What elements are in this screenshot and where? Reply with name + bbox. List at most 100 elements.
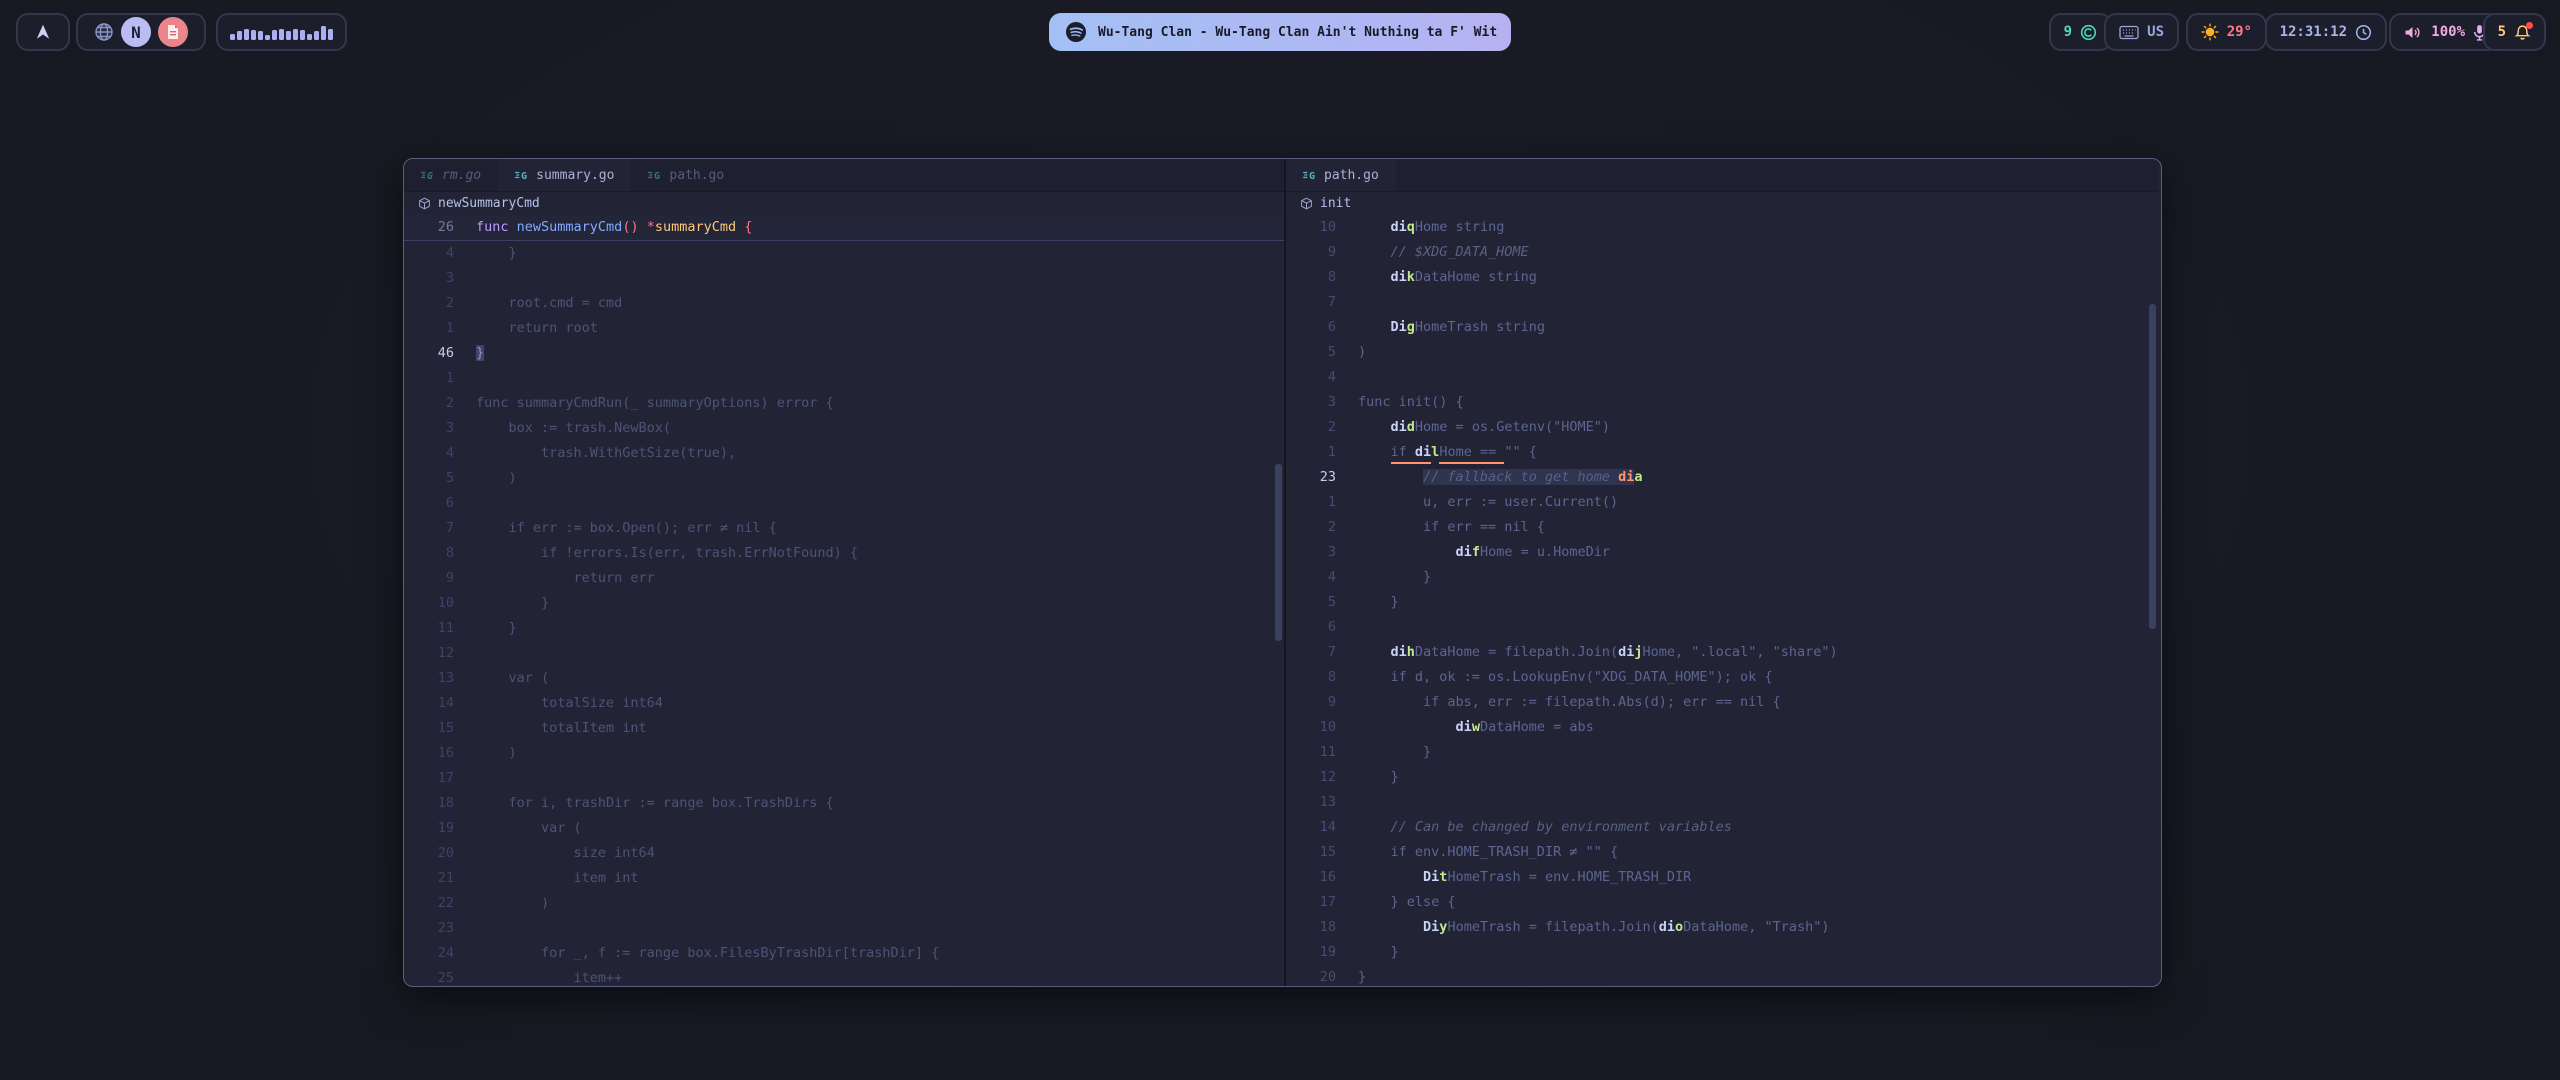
line-number: 8 — [404, 541, 454, 566]
code-line[interactable]: 21 item int — [404, 866, 1284, 891]
code-line[interactable]: 1 — [404, 366, 1284, 391]
launcher-button[interactable] — [16, 13, 70, 51]
code-line[interactable]: 9 return err — [404, 566, 1284, 591]
code-line[interactable]: 8 dikDataHome string — [1286, 265, 2159, 290]
line-number: 8 — [1286, 665, 1336, 690]
visualizer-bar — [230, 34, 235, 40]
code-line[interactable]: 11 } — [404, 616, 1284, 641]
tab-rm.go[interactable]: Grm.go — [404, 159, 498, 191]
code-line[interactable]: 7 if err := box.Open(); err ≠ nil { — [404, 516, 1284, 541]
code-line[interactable]: 16 ) — [404, 741, 1284, 766]
code-line[interactable]: 1 return root — [404, 316, 1284, 341]
scrollbar-thumb[interactable] — [1275, 464, 1282, 641]
scrollbar-thumb[interactable] — [2149, 304, 2156, 629]
document-badge[interactable] — [158, 17, 188, 47]
code-line[interactable]: 14 totalSize int64 — [404, 691, 1284, 716]
code-line[interactable]: 6 DigHomeTrash string — [1286, 315, 2159, 340]
breadcrumb[interactable]: newSummaryCmd — [404, 192, 1284, 215]
code-line[interactable]: 12 — [404, 641, 1284, 666]
tab-label: rm.go — [442, 168, 481, 183]
code-line[interactable]: 20} — [1286, 965, 2159, 986]
code-line[interactable]: 20 size int64 — [404, 841, 1284, 866]
line-content: difHome = u.HomeDir — [1358, 540, 1610, 565]
code-line[interactable]: 8 if d, ok := os.LookupEnv("XDG_DATA_HOM… — [1286, 665, 2159, 690]
code-line[interactable]: 13 — [1286, 790, 2159, 815]
code-line[interactable]: 2 root.cmd = cmd — [404, 291, 1284, 316]
line-content: } — [1358, 590, 1399, 615]
code-line[interactable]: 23 — [404, 916, 1284, 941]
code-line[interactable]: 7 — [1286, 290, 2159, 315]
code-line[interactable]: 13 var ( — [404, 666, 1284, 691]
code-line[interactable]: 4 } — [1286, 565, 2159, 590]
code-line[interactable]: 19 } — [1286, 940, 2159, 965]
globe-icon[interactable] — [94, 22, 114, 42]
code-line[interactable]: 9 if abs, err := filepath.Abs(d); err ==… — [1286, 690, 2159, 715]
code-line[interactable]: 17 — [404, 766, 1284, 791]
code-line[interactable]: 2func summaryCmdRun(_ summaryOptions) er… — [404, 391, 1284, 416]
keyboard-layout-pill[interactable]: US — [2104, 13, 2179, 51]
line-content: } — [1358, 940, 1399, 965]
code-line[interactable]: 1 u, err := user.Current() — [1286, 490, 2159, 515]
sun-icon — [2201, 23, 2219, 41]
code-line[interactable]: 3func init() { — [1286, 390, 2159, 415]
code-line[interactable]: 6 — [1286, 615, 2159, 640]
code-line[interactable]: 22 ) — [404, 891, 1284, 916]
code-line[interactable]: 6 — [404, 491, 1284, 516]
weather-pill[interactable]: 29° — [2186, 13, 2267, 51]
code-line[interactable]: 24 for _, f := range box.FilesByTrashDir… — [404, 941, 1284, 966]
tab-path.go[interactable]: Gpath.go — [631, 159, 741, 191]
code-line[interactable]: 16 DitHomeTrash = env.HOME_TRASH_DIR — [1286, 865, 2159, 890]
code-line[interactable]: 10 diqHome string — [1286, 215, 2159, 240]
code-line[interactable]: 3 box := trash.NewBox( — [404, 416, 1284, 441]
code-line[interactable]: 8 if !errors.Is(err, trash.ErrNotFound) … — [404, 541, 1284, 566]
code-line[interactable]: 2 if err == nil { — [1286, 515, 2159, 540]
code-line[interactable]: 11 } — [1286, 740, 2159, 765]
code-line[interactable]: 5) — [1286, 340, 2159, 365]
code-line[interactable]: 5 ) — [404, 466, 1284, 491]
line-number: 18 — [404, 791, 454, 816]
tab-path.go[interactable]: Gpath.go — [1286, 159, 1396, 191]
music-player[interactable]: Wu-Tang Clan - Wu-Tang Clan Ain't Nuthin… — [1049, 13, 1511, 51]
line-number: 46 — [404, 341, 454, 366]
clock-pill[interactable]: 12:31:12 — [2265, 13, 2387, 51]
code-line[interactable]: 46} — [404, 341, 1284, 366]
code-line[interactable]: 5 } — [1286, 590, 2159, 615]
line-number: 3 — [404, 416, 454, 441]
code-line[interactable]: 3 — [404, 266, 1284, 291]
line-content: dihDataHome = filepath.Join(dijHome, ".l… — [1358, 640, 1838, 665]
code-line[interactable]: 25 item++ — [404, 966, 1284, 986]
keyboard-layout: US — [2147, 24, 2164, 40]
code-line[interactable]: 18 DiyHomeTrash = filepath.Join(dioDataH… — [1286, 915, 2159, 940]
line-number: 16 — [1286, 865, 1336, 890]
code-area[interactable]: 26func newSummaryCmd() *summaryCmd {4 }3… — [404, 215, 1284, 986]
code-line[interactable]: 2 didHome = os.Getenv("HOME") — [1286, 415, 2159, 440]
code-line[interactable]: 17 } else { — [1286, 890, 2159, 915]
code-line[interactable]: 4 } — [404, 241, 1284, 266]
speaker-icon — [2404, 24, 2423, 41]
code-line[interactable]: 15 totalItem int — [404, 716, 1284, 741]
code-line[interactable]: 9 // $XDG_DATA_HOME — [1286, 240, 2159, 265]
code-area[interactable]: 10 diqHome string9 // $XDG_DATA_HOME8 di… — [1286, 215, 2159, 986]
nvim-badge[interactable]: N — [121, 17, 151, 47]
breadcrumb[interactable]: init — [1286, 192, 2159, 215]
code-line[interactable]: 14 // Can be changed by environment vari… — [1286, 815, 2159, 840]
code-line[interactable]: 4 — [1286, 365, 2159, 390]
code-line[interactable]: 12 } — [1286, 765, 2159, 790]
code-line[interactable]: 1 if dilHome == "" { — [1286, 440, 2159, 465]
arrow-up-icon — [34, 23, 52, 41]
code-line[interactable]: 19 var ( — [404, 816, 1284, 841]
code-line[interactable]: 15 if env.HOME_TRASH_DIR ≠ "" { — [1286, 840, 2159, 865]
code-line[interactable]: 23 // fallback to get home dia — [1286, 465, 2159, 490]
tab-summary.go[interactable]: Gsummary.go — [498, 159, 631, 191]
code-line[interactable]: 4 trash.WithGetSize(true), — [404, 441, 1284, 466]
notifications-pill[interactable]: 5 — [2483, 13, 2546, 51]
code-line[interactable]: 3 difHome = u.HomeDir — [1286, 540, 2159, 565]
svg-text:G: G — [1309, 171, 1315, 182]
code-line[interactable]: 10 diwDataHome = abs — [1286, 715, 2159, 740]
updates-pill[interactable]: 9 — [2049, 13, 2112, 51]
sticky-code-line[interactable]: 26func newSummaryCmd() *summaryCmd { — [404, 215, 1284, 241]
code-line[interactable]: 10 } — [404, 591, 1284, 616]
code-line[interactable]: 7 dihDataHome = filepath.Join(dijHome, "… — [1286, 640, 2159, 665]
code-line[interactable]: 18 for i, trashDir := range box.TrashDir… — [404, 791, 1284, 816]
line-number: 5 — [1286, 340, 1336, 365]
